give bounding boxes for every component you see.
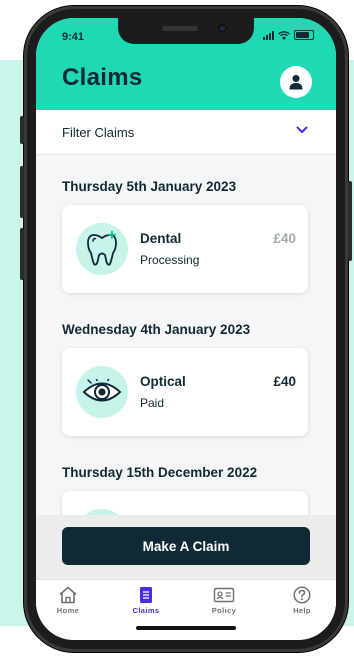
silent-switch <box>20 116 24 144</box>
notch <box>118 18 254 44</box>
cta-container: Make A Claim <box>36 515 336 579</box>
claim-card-optical[interactable]: Optical Paid £40 <box>62 348 308 436</box>
volume-up-button <box>20 166 24 218</box>
tooth-icon <box>76 223 128 275</box>
speaker <box>162 26 198 31</box>
claim-status: Processing <box>140 253 200 267</box>
chevron-down-icon <box>296 126 308 133</box>
date-heading: Thursday 15th December 2022 <box>62 465 258 480</box>
home-indicator <box>136 626 236 630</box>
claim-amount: £40 <box>273 374 296 389</box>
claims-list: Thursday 5th January 2023 Dental Process… <box>36 155 336 579</box>
claims-icon <box>140 587 152 603</box>
app-screen: 9:41 Claims Filter Claims Thursday 5th J… <box>36 18 336 640</box>
power-button <box>348 181 352 261</box>
make-a-claim-button[interactable]: Make A Claim <box>62 527 310 565</box>
tab-help[interactable]: Help <box>272 586 332 615</box>
wifi-icon <box>278 30 290 40</box>
date-heading: Thursday 5th January 2023 <box>62 179 237 194</box>
claim-type: Dental <box>140 231 182 246</box>
signal-icon <box>263 30 274 40</box>
volume-down-button <box>20 228 24 280</box>
battery-icon <box>294 30 314 40</box>
tab-home[interactable]: Home <box>38 586 98 615</box>
claim-card-dental[interactable]: Dental Processing £40 <box>62 205 308 293</box>
tab-policy[interactable]: Policy <box>194 586 254 615</box>
claim-status: Paid <box>140 396 165 410</box>
tab-label: Policy <box>211 606 237 615</box>
tab-label: Claims <box>132 606 160 615</box>
claim-type: Optical <box>140 374 186 389</box>
page-title: Claims <box>62 64 143 91</box>
help-icon <box>293 586 311 604</box>
policy-card-icon <box>213 587 235 603</box>
profile-button[interactable] <box>280 66 312 98</box>
tab-label: Help <box>293 606 311 615</box>
filter-label: Filter Claims <box>62 125 135 140</box>
claim-amount: £40 <box>273 231 296 246</box>
tab-claims[interactable]: Claims <box>116 586 176 615</box>
tab-label: Home <box>56 606 80 615</box>
camera <box>218 24 227 33</box>
home-icon <box>59 586 77 604</box>
date-heading: Wednesday 4th January 2023 <box>62 322 251 337</box>
status-time: 9:41 <box>62 31 85 43</box>
tab-bar: Home Claims Policy Help <box>36 579 336 640</box>
eye-icon <box>76 366 128 418</box>
filter-claims-dropdown[interactable]: Filter Claims <box>36 110 336 155</box>
user-icon <box>289 75 303 90</box>
status-icons <box>263 30 314 40</box>
